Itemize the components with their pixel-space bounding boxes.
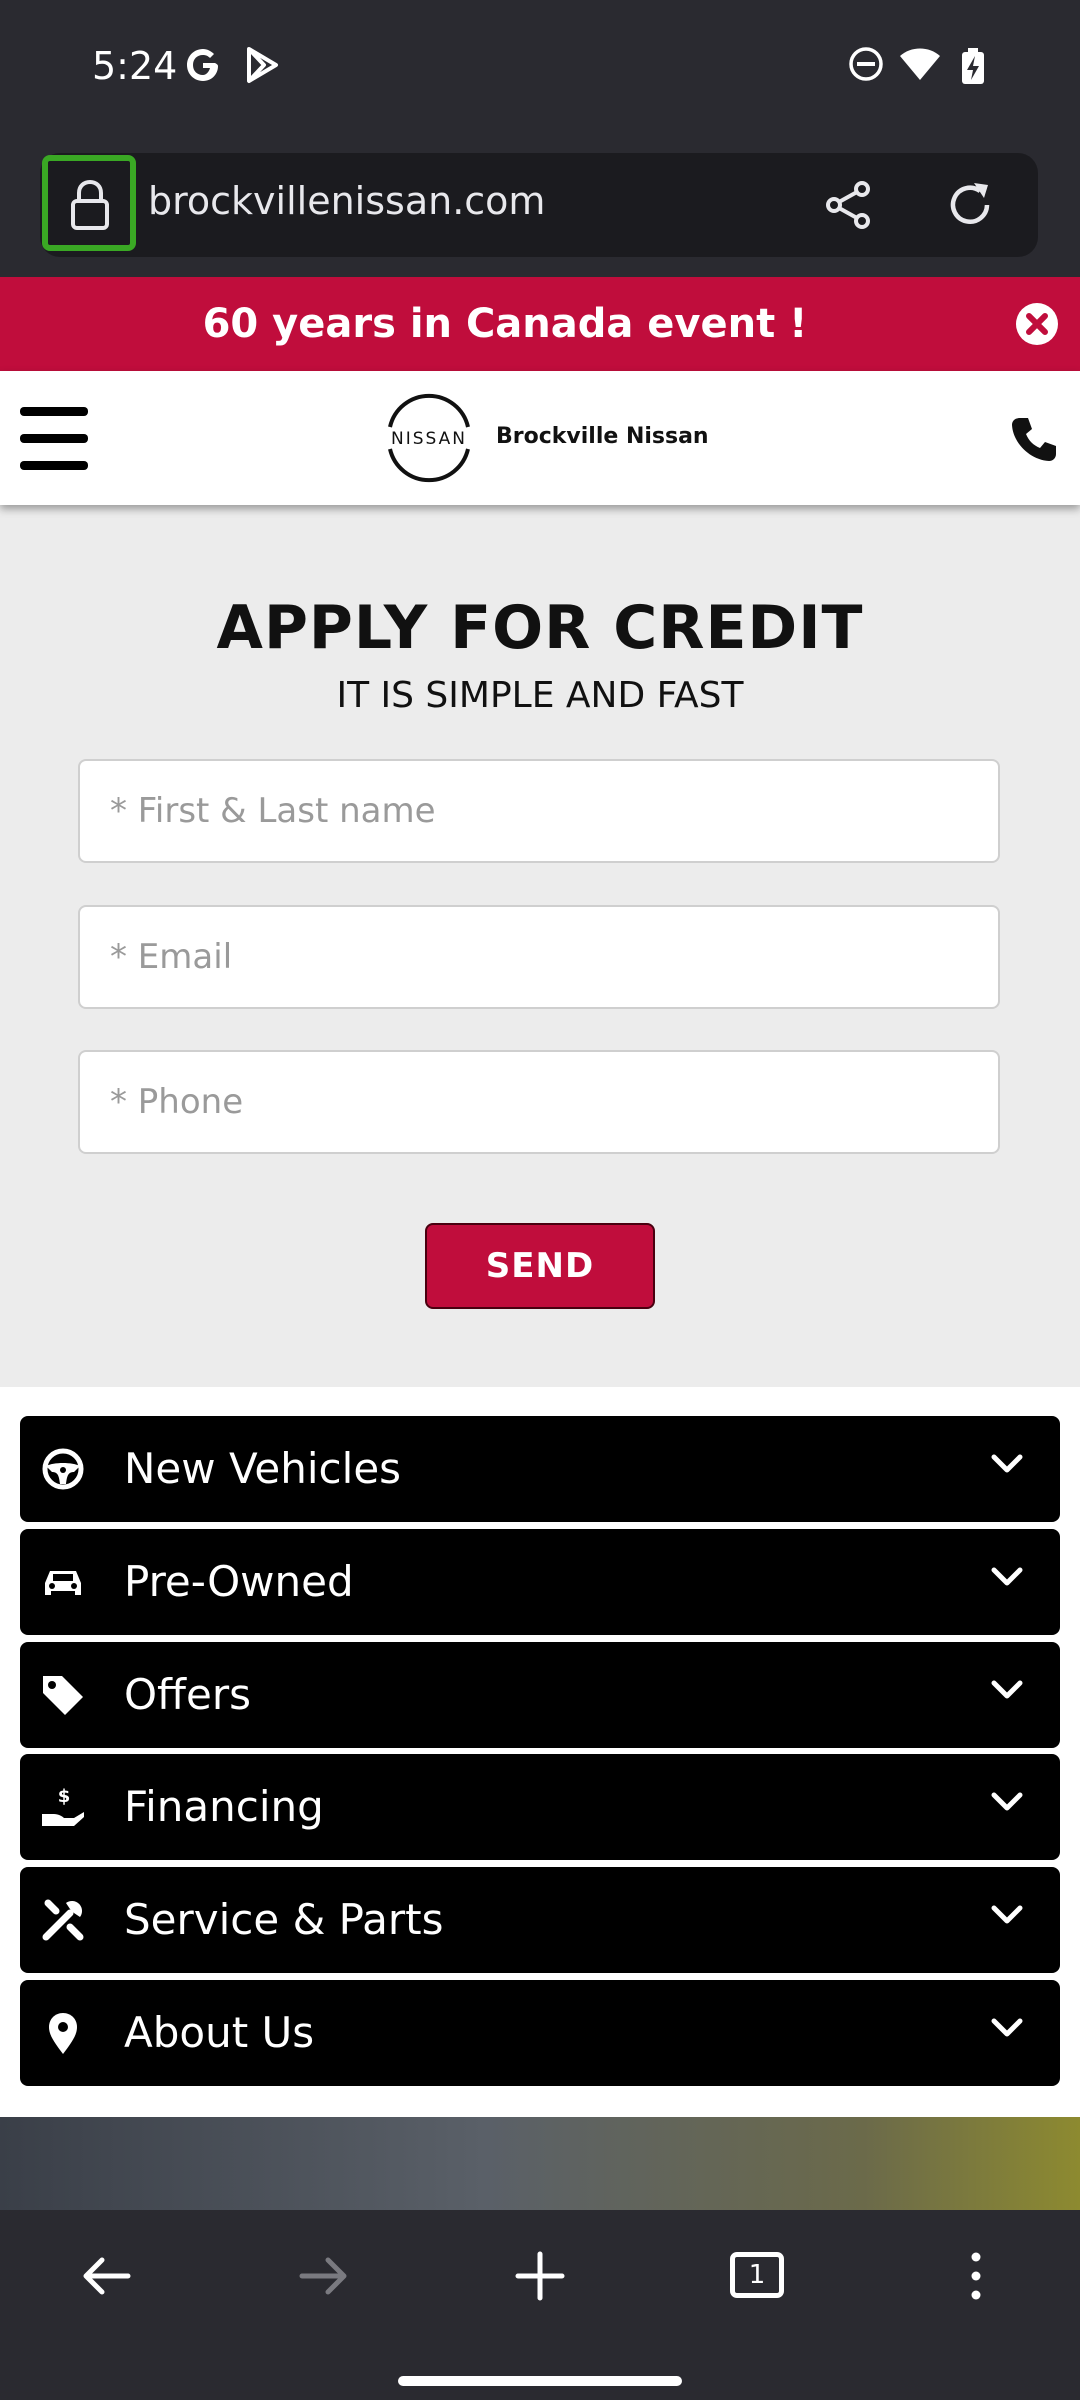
nissan-logo[interactable]: NISSAN	[376, 393, 482, 483]
form-title: APPLY FOR CREDIT	[216, 593, 864, 663]
menu-item-label: Financing	[124, 1782, 324, 1831]
hamburger-icon	[20, 407, 88, 416]
tab-switcher-button[interactable]: 1	[730, 2252, 784, 2298]
logo-text: NISSAN	[391, 429, 467, 449]
svg-text:$: $	[58, 1786, 71, 1807]
form-subtitle: IT IS SIMPLE AND FAST	[336, 675, 744, 716]
name-input[interactable]	[78, 759, 1000, 863]
menu-item-new-vehicles[interactable]: New Vehicles	[20, 1416, 1060, 1522]
send-button[interactable]: SEND	[425, 1223, 655, 1309]
promo-banner[interactable]: 60 years in Canada event !	[0, 277, 1080, 371]
url-text[interactable]: brockvillenissan.com	[148, 179, 545, 223]
menu-item-financing[interactable]: $ Financing	[20, 1754, 1060, 1860]
hamburger-icon-bar	[20, 434, 88, 443]
more-options-icon[interactable]	[958, 2248, 994, 2304]
menu-button[interactable]	[20, 407, 88, 471]
brand-name[interactable]: Brockville Nissan	[496, 424, 709, 449]
steering-wheel-icon	[42, 1448, 84, 1490]
play-store-icon	[247, 47, 278, 83]
hero-image	[0, 2117, 1080, 2210]
site-header: NISSAN Brockville Nissan	[0, 371, 1080, 505]
chevron-down-icon	[991, 1905, 1023, 1924]
location-pin-icon	[49, 2013, 77, 2054]
home-indicator[interactable]	[398, 2376, 682, 2386]
phone-input[interactable]	[78, 1050, 1000, 1154]
menu-item-label: Pre-Owned	[124, 1557, 354, 1606]
share-icon[interactable]	[822, 179, 874, 231]
google-icon	[187, 49, 218, 81]
close-icon	[1026, 313, 1048, 335]
forward-arrow-icon[interactable]	[296, 2248, 352, 2304]
chevron-down-icon	[991, 1567, 1023, 1586]
site-info-button[interactable]	[42, 155, 136, 251]
credit-form-section: APPLY FOR CREDIT IT IS SIMPLE AND FAST S…	[0, 505, 1080, 1387]
status-time: 5:24	[92, 44, 178, 88]
chevron-down-icon	[991, 1454, 1023, 1473]
accordion-menu: New Vehicles Pre-Owned Offers $ Financin…	[0, 1387, 1080, 2117]
tools-icon	[42, 1899, 84, 1941]
back-arrow-icon[interactable]	[78, 2248, 134, 2304]
car-icon	[45, 1571, 81, 1595]
chevron-down-icon	[991, 1792, 1023, 1811]
new-tab-icon[interactable]	[512, 2248, 568, 2304]
tab-count: 1	[748, 2260, 766, 2290]
menu-item-offers[interactable]: Offers	[20, 1642, 1060, 1748]
menu-item-about-us[interactable]: About Us	[20, 1980, 1060, 2086]
tag-icon	[43, 1676, 83, 1715]
lock-icon	[71, 179, 109, 230]
menu-item-label: About Us	[124, 2008, 315, 2057]
wifi-icon	[900, 48, 940, 80]
chevron-down-icon	[991, 1680, 1023, 1699]
status-bar: 5:24	[0, 0, 1080, 135]
menu-item-label: New Vehicles	[124, 1444, 402, 1493]
menu-item-service-parts[interactable]: Service & Parts	[20, 1867, 1060, 1973]
browser-bottom-bar: 1	[0, 2210, 1080, 2400]
hand-dollar-icon: $	[42, 1786, 84, 1826]
banner-text[interactable]: 60 years in Canada event !	[0, 301, 1010, 347]
menu-item-pre-owned[interactable]: Pre-Owned	[20, 1529, 1060, 1635]
menu-item-label: Offers	[124, 1670, 251, 1719]
email-input[interactable]	[78, 905, 1000, 1009]
phone-icon[interactable]	[1010, 415, 1058, 463]
hamburger-icon-bar	[20, 461, 88, 470]
browser-toolbar: brockvillenissan.com	[0, 135, 1080, 277]
menu-item-label: Service & Parts	[124, 1895, 444, 1944]
chevron-down-icon	[991, 2018, 1023, 2037]
do-not-disturb-icon	[849, 47, 883, 81]
banner-close-button[interactable]	[1016, 303, 1058, 345]
reload-icon[interactable]	[944, 179, 996, 231]
address-bar[interactable]: brockvillenissan.com	[40, 153, 1038, 257]
battery-charging-icon	[962, 48, 984, 84]
